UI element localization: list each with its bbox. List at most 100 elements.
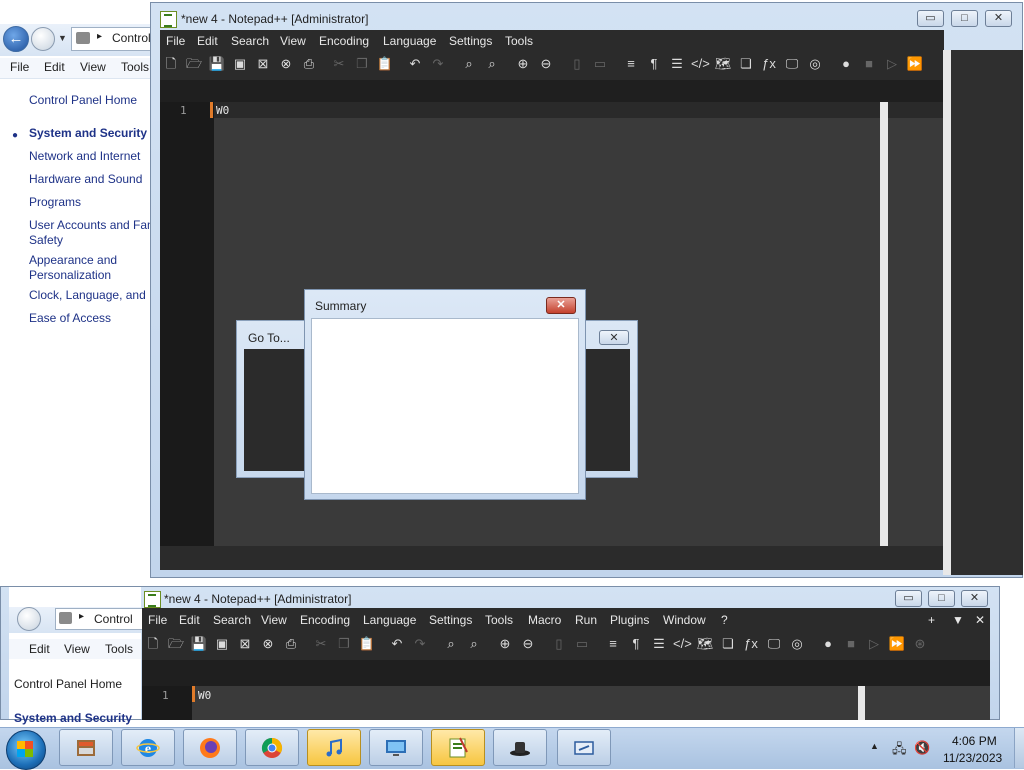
menu-search[interactable]: Search (213, 613, 251, 627)
menu-view[interactable]: View (280, 34, 306, 48)
menu-encoding[interactable]: Encoding (319, 34, 369, 48)
redo-icon[interactable]: ↷ (429, 55, 447, 73)
stop-macro-icon[interactable]: ■ (842, 635, 860, 653)
menu-view[interactable]: View (80, 60, 106, 74)
menu-macro[interactable]: Macro (528, 613, 561, 627)
taskbar-internet-explorer[interactable]: e (121, 729, 175, 766)
sync-horizontal-icon[interactable]: ▭ (573, 635, 591, 653)
back-icon[interactable]: ← (3, 26, 29, 52)
menu-language[interactable]: Language (363, 613, 416, 627)
cp-link-appearance[interactable]: Appearance and (29, 253, 117, 267)
menu-file[interactable]: File (148, 613, 167, 627)
document-list-icon[interactable]: ❏ (737, 55, 755, 73)
monitoring-icon[interactable]: ◎ (788, 635, 806, 653)
menu-settings[interactable]: Settings (449, 34, 492, 48)
paste-icon[interactable]: 📋 (376, 55, 394, 73)
show-hidden-icons-icon[interactable]: ▲ (870, 741, 879, 751)
tab-close-button[interactable]: ✕ (975, 613, 985, 627)
breadcrumb-2[interactable]: ▸ Control (55, 608, 143, 630)
menu-edit[interactable]: Edit (29, 642, 50, 656)
save-macro-icon[interactable]: ⊛ (911, 635, 929, 653)
editor-text[interactable]: W0 (198, 689, 211, 702)
print-icon[interactable]: ⎙ (282, 635, 300, 653)
cp-link-programs[interactable]: Programs (29, 195, 81, 209)
close-all-icon[interactable]: ⊗ (277, 55, 295, 73)
cp-link-hardware[interactable]: Hardware and Sound (29, 172, 142, 186)
menu-window[interactable]: Window (663, 613, 706, 627)
minimize-button[interactable]: ▭ (895, 590, 922, 607)
new-file-icon[interactable]: 🗋 (162, 55, 180, 73)
menu-tools[interactable]: Tools (105, 642, 133, 656)
menu-settings[interactable]: Settings (429, 613, 472, 627)
network-icon[interactable]: 🖧 (892, 740, 907, 762)
maximize-button[interactable]: □ (928, 590, 955, 607)
cut-icon[interactable]: ✂ (330, 55, 348, 73)
close-button[interactable]: ✕ (985, 10, 1012, 27)
show-all-chars-icon[interactable]: ¶ (645, 55, 663, 73)
menu-edit[interactable]: Edit (44, 60, 65, 74)
menu-file[interactable]: File (166, 34, 185, 48)
taskbar-remote-desktop[interactable] (369, 729, 423, 766)
find-icon[interactable]: ⌕ (460, 55, 478, 73)
taskbar-black-hat-app[interactable] (493, 729, 547, 766)
cp-link-system-security[interactable]: System and Security (14, 711, 132, 725)
folder-workspace-icon[interactable]: 🖵 (783, 55, 801, 73)
taskbar-computer-management[interactable] (59, 729, 113, 766)
record-macro-icon[interactable]: ● (819, 635, 837, 653)
zoom-in-icon[interactable]: ⊕ (514, 55, 532, 73)
word-wrap-icon[interactable]: ≡ (622, 55, 640, 73)
document-map-icon[interactable]: 🗺 (714, 55, 732, 73)
taskbar-itunes[interactable] (307, 729, 361, 766)
cp-link-user-accounts-2[interactable]: Safety (29, 233, 63, 247)
menu-view[interactable]: View (261, 613, 287, 627)
redo-icon[interactable]: ↷ (411, 635, 429, 653)
menu-edit[interactable]: Edit (197, 34, 218, 48)
document-list-icon[interactable]: ❏ (719, 635, 737, 653)
clock-time[interactable]: 4:06 PM (952, 734, 997, 748)
chevron-down-icon[interactable]: ▼ (58, 33, 67, 43)
menu-language[interactable]: Language (383, 34, 436, 48)
vertical-scrollbar[interactable] (858, 686, 865, 720)
document-map-icon[interactable]: 🗺 (696, 635, 714, 653)
zoom-out-icon[interactable]: ⊖ (519, 635, 537, 653)
undo-icon[interactable]: ↶ (388, 635, 406, 653)
menu-run[interactable]: Run (575, 613, 597, 627)
play-macro-icon[interactable]: ▷ (865, 635, 883, 653)
menu-help[interactable]: ? (721, 613, 728, 627)
run-macro-multiple-icon[interactable]: ⏩ (888, 635, 906, 653)
new-file-icon[interactable]: 🗋 (144, 635, 162, 653)
taskbar-notepad-plus-plus[interactable] (431, 729, 485, 766)
start-button[interactable] (6, 730, 46, 770)
paste-icon[interactable]: 📋 (358, 635, 376, 653)
taskbar-chrome[interactable] (245, 729, 299, 766)
cp-link-home[interactable]: Control Panel Home (14, 677, 122, 691)
run-macro-multiple-icon[interactable]: ⏩ (906, 55, 924, 73)
minimize-button[interactable]: ▭ (917, 10, 944, 27)
menu-edit[interactable]: Edit (179, 613, 200, 627)
editor-text[interactable]: W0 (216, 104, 229, 117)
close-file-icon[interactable]: ⊠ (254, 55, 272, 73)
function-list-icon[interactable]: ƒx (742, 635, 760, 653)
cp-link-system-security[interactable]: System and Security (29, 126, 147, 140)
side-panel-splitter[interactable] (943, 50, 951, 575)
close-button[interactable]: ✕ (961, 590, 988, 607)
new-tab-button[interactable]: + (928, 613, 935, 627)
stop-macro-icon[interactable]: ■ (860, 55, 878, 73)
record-macro-icon[interactable]: ● (837, 55, 855, 73)
zoom-in-icon[interactable]: ⊕ (496, 635, 514, 653)
sync-vertical-icon[interactable]: ▯ (550, 635, 568, 653)
close-file-icon[interactable]: ⊠ (236, 635, 254, 653)
cp-link-user-accounts[interactable]: User Accounts and Fam (29, 218, 157, 232)
menu-file[interactable]: File (10, 60, 29, 74)
cp-link-clock[interactable]: Clock, Language, and R (29, 288, 158, 302)
menu-tools[interactable]: Tools (485, 613, 513, 627)
cp-link-ease[interactable]: Ease of Access (29, 311, 111, 325)
monitoring-icon[interactable]: ◎ (806, 55, 824, 73)
sync-vertical-icon[interactable]: ▯ (568, 55, 586, 73)
find-icon[interactable]: ⌕ (442, 635, 460, 653)
forward-icon[interactable] (31, 27, 55, 51)
cp-link-appearance-2[interactable]: Personalization (29, 268, 111, 282)
indent-guide-icon[interactable]: ☰ (668, 55, 686, 73)
indent-guide-icon[interactable]: ☰ (650, 635, 668, 653)
menu-plugins[interactable]: Plugins (610, 613, 649, 627)
